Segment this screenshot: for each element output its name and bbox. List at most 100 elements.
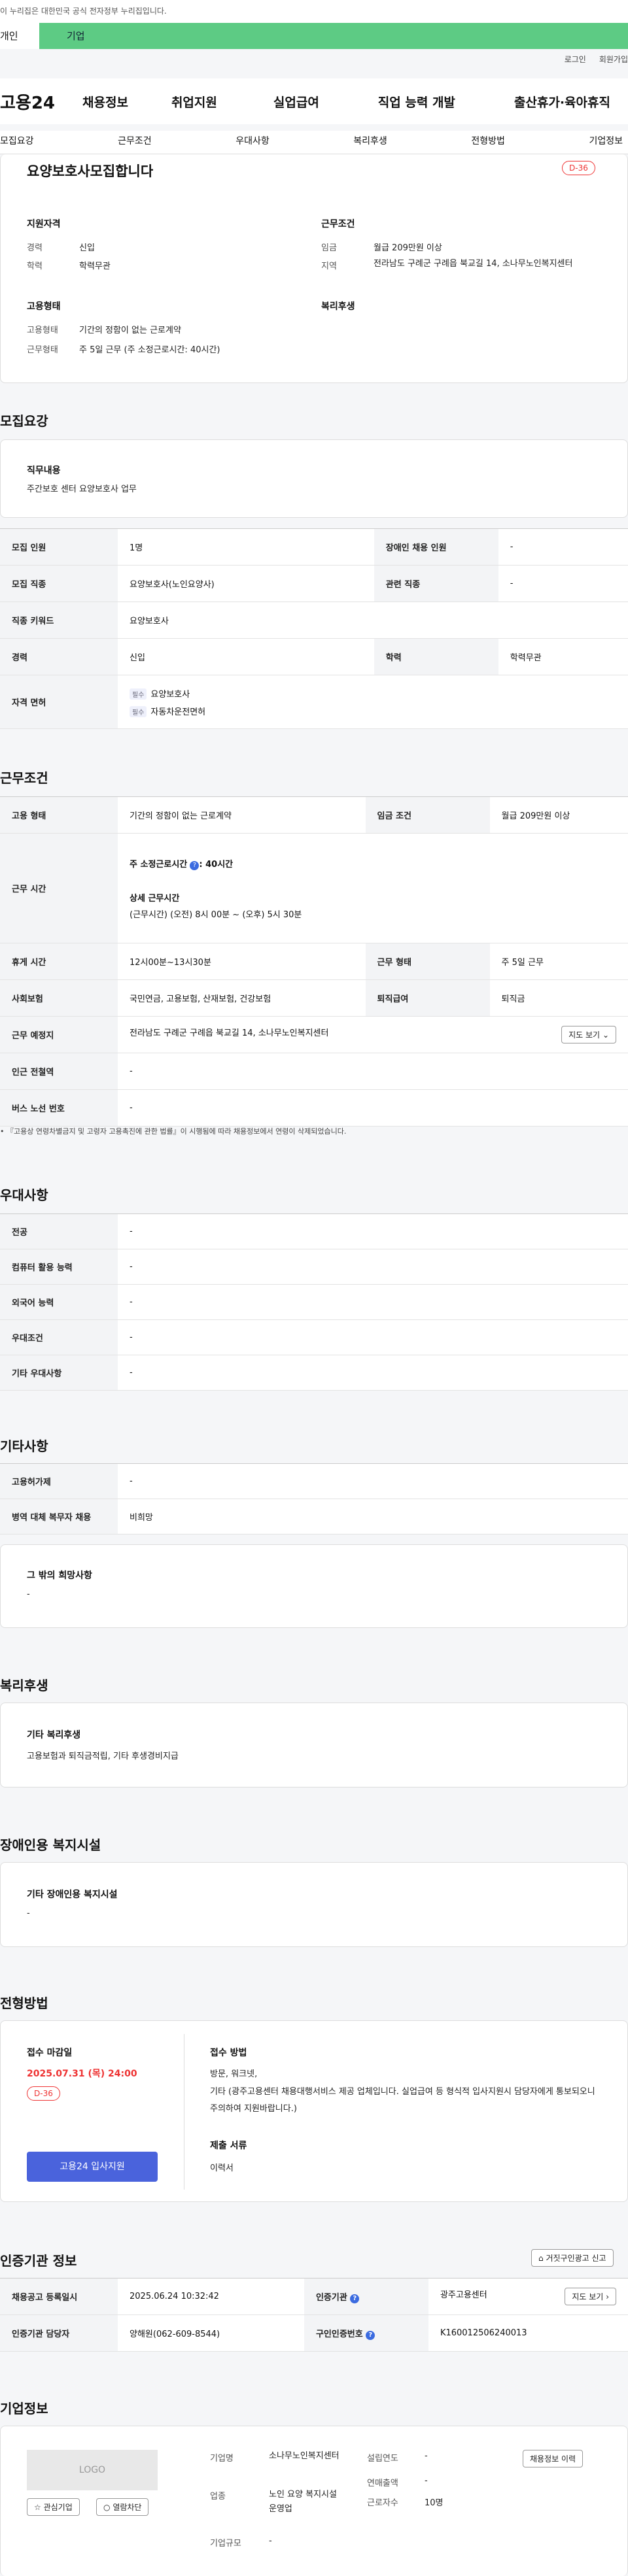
- cell-label: 기타 우대사항: [0, 1355, 118, 1391]
- duty-card: 직무내용 주간보호 센터 요양보호사 업무: [0, 439, 628, 518]
- company-logo: LOGO: [27, 2450, 158, 2490]
- cell-value: 1명: [118, 528, 374, 566]
- cell-value: -: [118, 1249, 628, 1285]
- method-value-1: 방문, 워크넷,: [210, 2069, 258, 2079]
- cell-label: 근무 예정지: [0, 1016, 118, 1053]
- home-icon: ⌂: [538, 2254, 544, 2263]
- cond-section-title: 근무조건: [0, 770, 48, 786]
- worktype-value: 주 5일 근무 (주 소정근로시간: 40시간): [79, 345, 220, 355]
- cell-value: 2025.06.24 10:32:42: [118, 2278, 304, 2315]
- cell-label: 채용공고 등록일시: [0, 2278, 118, 2315]
- gov-notice: 이 누리집은 대한민국 공식 전자정부 누리집입니다.: [0, 0, 628, 23]
- cell-label: 우대조건: [0, 1319, 118, 1355]
- area-label: 지역: [321, 262, 337, 271]
- subnav-condition[interactable]: 근무조건: [118, 131, 152, 154]
- cell-label: 전공: [0, 1213, 118, 1249]
- place-value: 전라남도 구례군 구례읍 북교길 14, 소나무노인복지센터: [130, 1028, 329, 1038]
- method-label: 접수 방법: [210, 2048, 247, 2058]
- cell-value: -: [118, 1463, 628, 1499]
- detail-hours-value: (근무시간) (오전) 8시 00분 ~ (오후) 5시 30분: [130, 909, 302, 920]
- welfare-value: 고용보험과 퇴직금적립, 기타 후생경비지급: [27, 1752, 179, 1761]
- cell-label: 근무 형태: [365, 943, 490, 980]
- disab-section-title: 장애인용 복지시설: [0, 1837, 101, 1853]
- cell-value: -: [118, 1319, 628, 1355]
- hiring-history-button[interactable]: 채용정보 이력: [523, 2450, 584, 2467]
- map-button[interactable]: 지도 보기 ›: [565, 2288, 616, 2305]
- signup-link[interactable]: 회원가입: [599, 54, 628, 65]
- etc-table: 고용허가제 - 병역 대체 복무자 채용 비희망: [0, 1463, 628, 1534]
- cell-label: 장애인 채용 인원: [374, 528, 498, 566]
- fav-company-button[interactable]: ☆ 관심기업: [27, 2498, 80, 2516]
- cell-label: 인증기관 담당자: [0, 2314, 118, 2352]
- name-value: 소나무노인복지센터: [269, 2451, 340, 2461]
- cell-value: 요양보호사: [118, 602, 628, 639]
- cell-value: 주 5일 근무: [489, 943, 628, 980]
- emp-value: 10명: [425, 2498, 444, 2508]
- cell-value: -: [118, 1355, 628, 1391]
- welfare-section-title: 복리후생: [0, 1678, 48, 1693]
- info-icon[interactable]: ?: [190, 860, 200, 870]
- cell-label: 퇴직급여: [365, 979, 490, 1017]
- subnav-welfare[interactable]: 복리후생: [353, 131, 387, 154]
- size-value: -: [269, 2536, 272, 2546]
- hope-value: -: [27, 1589, 30, 1599]
- cell-label: 인증기관 ?: [304, 2278, 428, 2315]
- cell-label: 외국어 능력: [0, 1284, 118, 1320]
- etc-section-title: 기타사항: [0, 1438, 48, 1454]
- cert-table: 채용공고 등록일시 2025.06.24 10:32:42 인증기관 ? 광주고용센터…: [0, 2278, 628, 2352]
- apply-button[interactable]: 고용24 입사지원: [27, 2152, 158, 2182]
- pref-table: 전공 - 컴퓨터 활용 능력 - 외국어 능력 - 우대조건 - 기타 우대사항 -: [0, 1213, 628, 1391]
- work-time-cell: 주 소정근로시간 ?: 40시간 상세 근무시간 (근무시간) (오전) 8시 …: [118, 833, 628, 943]
- tab-personal[interactable]: 개인: [0, 23, 39, 49]
- nav-employment-support[interactable]: 취업지원: [171, 93, 217, 110]
- cell-label: 고용허가제: [0, 1463, 118, 1499]
- required-tag: 필수: [130, 688, 147, 700]
- emp-label: 고용형태: [27, 326, 58, 335]
- year-label: 설립연도: [367, 2454, 398, 2464]
- site-logo[interactable]: 고용24: [0, 90, 55, 114]
- deadline-value: 2025.07.31 (목) 24:00: [27, 2069, 137, 2079]
- detail-hours-label: 상세 근무시간: [130, 893, 180, 904]
- cell-value: 국민연금, 고용보험, 산재보험, 건강보험: [118, 979, 366, 1017]
- company-card: LOGO ☆ 관심기업 ○ 열람차단 기업명 소나무노인복지센터 설립연도 - …: [0, 2426, 628, 2576]
- subnav-recruit[interactable]: 모집요강: [0, 131, 34, 154]
- tab-company[interactable]: 기업: [39, 23, 628, 49]
- subnav-preference[interactable]: 우대사항: [236, 131, 270, 154]
- cell-label: 직종 키워드: [0, 602, 118, 639]
- cell-label: 컴퓨터 활용 능력: [0, 1249, 118, 1285]
- emp-label: 근로자수: [367, 2498, 398, 2508]
- subnav-company[interactable]: 기업정보: [589, 131, 623, 154]
- cond-table: 고용 형태 기간의 정함이 없는 근로계약 임금 조건 월급 209만원 이상 근무 …: [0, 796, 628, 1127]
- doc-label: 제출 서류: [210, 2141, 247, 2151]
- cell-label: 버스 노선 번호: [0, 1089, 118, 1127]
- nav-job-info[interactable]: 채용정보: [82, 93, 128, 110]
- week-hours-value: : 40시간: [199, 859, 234, 870]
- cond-title: 근무조건: [321, 219, 355, 229]
- section-nav: 모집요강 근무조건 우대사항 복리후생 전형방법 기업정보: [0, 131, 628, 154]
- cell-value: 12시00분~13시30분: [118, 943, 366, 980]
- login-link[interactable]: 로그인: [565, 54, 586, 65]
- career-label: 경력: [27, 243, 43, 253]
- nav-skills[interactable]: 직업 능력 개발: [378, 93, 455, 110]
- required-tag: 필수: [130, 705, 147, 717]
- cell-label: 고용 형태: [0, 796, 118, 834]
- subnav-apply[interactable]: 전형방법: [471, 131, 505, 154]
- info-icon[interactable]: ?: [350, 2294, 360, 2303]
- block-button[interactable]: ○ 열람차단: [96, 2498, 149, 2516]
- license-2: 자동차운전면허: [150, 707, 206, 717]
- report-button[interactable]: ⌂ 거짓구인광고 신고: [531, 2249, 614, 2267]
- nav-unemployment[interactable]: 실업급여: [273, 93, 319, 110]
- nav-leave[interactable]: 출산휴가·육아휴직: [514, 93, 610, 110]
- qual-title: 지원자격: [27, 219, 61, 229]
- worktype-label: 근무형태: [27, 345, 58, 355]
- map-button[interactable]: 지도 보기 ⌄: [561, 1026, 616, 1043]
- pref-section-title: 우대사항: [0, 1187, 48, 1203]
- wage-value: 월급 209만원 이상: [374, 243, 442, 253]
- apply-card: 접수 마감일 2025.07.31 (목) 24:00 D-36 고용24 입사…: [0, 2020, 628, 2202]
- cell-label: 사회보험: [0, 979, 118, 1017]
- cell-value: 요양보호사(노인요양사): [118, 565, 374, 602]
- info-icon[interactable]: ?: [366, 2330, 375, 2340]
- cell-label: 근무 시간: [0, 833, 118, 943]
- chevron-down-icon: ⌄: [602, 1030, 609, 1040]
- cell-value: -: [118, 1053, 628, 1090]
